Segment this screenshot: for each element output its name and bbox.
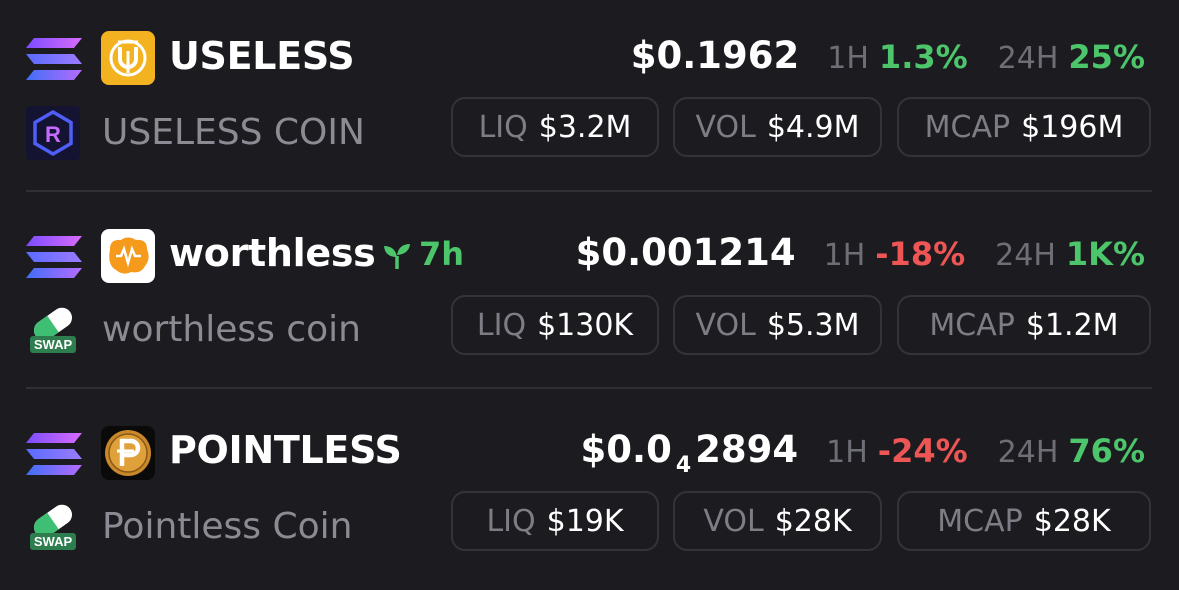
token-price: $0.1962	[630, 34, 800, 77]
mcap-label: MCAP	[929, 307, 1015, 343]
liq-label: LIQ	[476, 307, 527, 343]
mcap-stat: MCAP $1.2M	[897, 295, 1151, 355]
h1-label: 1H	[826, 435, 868, 470]
token-symbol: USELESS	[169, 34, 355, 78]
liquidity-stat: LIQ $3.2M	[451, 97, 659, 157]
vol-value: $28K	[774, 503, 852, 539]
h24-label: 24H	[995, 238, 1056, 273]
solana-icon	[26, 433, 82, 475]
raydium-icon: R	[26, 106, 80, 160]
vol-value: $4.9M	[766, 109, 860, 145]
sprout-icon	[384, 244, 410, 269]
h1-label: 1H	[827, 41, 869, 76]
mcap-value: $196M	[1021, 109, 1124, 145]
token-age: 7h	[419, 235, 465, 273]
liq-label: LIQ	[478, 109, 528, 145]
mcap-label: MCAP	[924, 109, 1011, 145]
volume-stat: VOL $4.9M	[673, 97, 882, 157]
swap-badge-text: SWAP	[34, 337, 73, 352]
token-symbol: worthless	[169, 231, 376, 275]
liq-value: $3.2M	[538, 109, 632, 145]
token-row-pointless[interactable]: POINTLESS $0.0 4 2894 1H -24% 24H 76% SWAP…	[0, 394, 1179, 590]
h24-change: 76%	[1068, 432, 1145, 470]
token-row-worthless[interactable]: worthless 7h $0.001214 1H -18% 24H 1K% S…	[0, 197, 1179, 393]
h1-change: -18%	[875, 235, 966, 273]
worthless-logo-icon	[101, 229, 155, 283]
solana-icon	[26, 38, 82, 80]
swap-badge-text: SWAP	[34, 534, 73, 549]
h24-change: 25%	[1068, 38, 1145, 76]
price-block: $0.1962 1H 1.3% 24H 25%	[631, 34, 1145, 77]
token-name: USELESS COIN	[102, 112, 365, 153]
h1-change: -24%	[877, 432, 968, 470]
token-price: $0.001214	[575, 231, 796, 274]
volume-stat: VOL $28K	[673, 491, 882, 551]
token-symbol: POINTLESS	[169, 428, 402, 472]
volume-stat: VOL $5.3M	[673, 295, 882, 355]
pointless-logo-icon	[101, 426, 155, 480]
h1-change: 1.3%	[878, 38, 968, 76]
price-zero-count: 4	[675, 453, 692, 478]
row-divider	[26, 387, 1152, 389]
solana-icon	[26, 236, 82, 278]
token-name: worthless coin	[102, 309, 361, 350]
token-name: Pointless Coin	[102, 506, 353, 547]
vol-label: VOL	[695, 307, 756, 343]
liq-label: LIQ	[486, 503, 536, 539]
mcap-stat: MCAP $196M	[897, 97, 1151, 157]
svg-text:R: R	[45, 122, 61, 147]
row-divider	[26, 190, 1152, 192]
price-block: $0.0 4 2894 1H -24% 24H 76%	[581, 428, 1145, 478]
mcap-value: $28K	[1033, 503, 1111, 539]
liq-value: $130K	[537, 307, 634, 343]
useless-logo-icon	[101, 31, 155, 85]
mcap-value: $1.2M	[1025, 307, 1119, 343]
mcap-label: MCAP	[937, 503, 1023, 539]
token-row-useless[interactable]: USELESS $0.1962 1H 1.3% 24H 25% R USELES…	[0, 0, 1179, 196]
h24-label: 24H	[997, 41, 1059, 76]
liquidity-stat: LIQ $19K	[451, 491, 659, 551]
vol-label: VOL	[695, 109, 756, 145]
mcap-stat: MCAP $28K	[897, 491, 1151, 551]
h24-change: 1K%	[1065, 235, 1145, 273]
price-block: $0.001214 1H -18% 24H 1K%	[576, 231, 1145, 274]
h1-label: 1H	[823, 238, 866, 273]
vol-value: $5.3M	[766, 307, 860, 343]
pump-swap-icon: SWAP	[30, 307, 76, 353]
liq-value: $19K	[546, 503, 624, 539]
vol-label: VOL	[703, 503, 764, 539]
liquidity-stat: LIQ $130K	[451, 295, 659, 355]
h24-label: 24H	[997, 435, 1059, 470]
pump-swap-icon: SWAP	[30, 504, 76, 550]
token-price: $0.0 4 2894	[580, 428, 799, 478]
